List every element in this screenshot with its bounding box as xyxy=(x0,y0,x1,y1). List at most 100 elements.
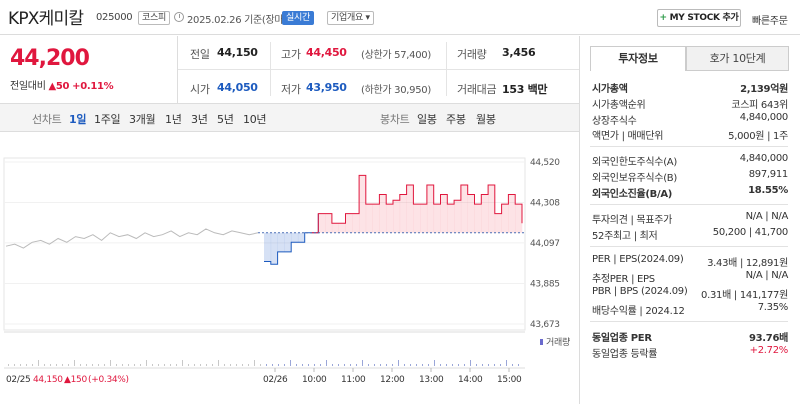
volume-bar xyxy=(20,364,21,366)
area-segment xyxy=(413,204,421,233)
period-3y[interactable]: 3년 xyxy=(191,111,208,127)
volume-bar xyxy=(392,364,393,366)
period-1d[interactable]: 1일 xyxy=(69,111,86,127)
volume-bar xyxy=(176,364,177,366)
volume-bar xyxy=(296,364,297,366)
area-segment xyxy=(318,213,326,233)
area-segment xyxy=(379,194,387,233)
area-segment xyxy=(270,232,278,265)
volume-bar xyxy=(122,364,123,366)
area-segment xyxy=(359,175,367,233)
area-segment xyxy=(372,204,380,233)
area-segment xyxy=(291,232,299,243)
realtime-button[interactable]: 실시간 xyxy=(282,11,314,25)
period-10y[interactable]: 10년 xyxy=(243,111,267,127)
area-segment xyxy=(393,200,401,233)
period-1y[interactable]: 1년 xyxy=(165,111,182,127)
y-tick-label: 44,308 xyxy=(530,199,560,209)
area-segment xyxy=(454,200,462,233)
volume-bar xyxy=(488,364,489,366)
volume-bar xyxy=(404,364,405,366)
period-5y[interactable]: 5년 xyxy=(217,111,234,127)
volume-bar xyxy=(398,360,399,366)
volume-legend: 거래량 xyxy=(546,336,570,348)
list-item: 시가총액순위 코스피 643위 xyxy=(592,100,788,111)
add-mystock-button[interactable]: + MY STOCK 추가 xyxy=(657,9,741,27)
volume-bar xyxy=(194,364,195,366)
list-item: 외국인한도주식수(A) 4,840,000 xyxy=(592,153,788,168)
low-label: 저가 xyxy=(281,83,301,96)
list-item: 52주최고 | 최저 50,200 | 41,700 xyxy=(592,227,788,242)
area-segment xyxy=(365,204,373,233)
volume-bar xyxy=(140,364,141,366)
volume-value: 3,456 xyxy=(502,46,536,59)
volume-bar xyxy=(254,360,255,366)
quick-order-link[interactable]: 빠른주문 xyxy=(752,12,788,27)
volume-bar xyxy=(368,364,369,366)
volume-bar xyxy=(68,364,69,366)
volume-bar xyxy=(260,364,261,366)
period-3m[interactable]: 3개월 xyxy=(129,111,156,127)
area-segment xyxy=(277,232,285,252)
volume-bar xyxy=(266,364,267,366)
area-segment xyxy=(515,204,523,233)
volume-legend-swatch xyxy=(540,339,543,345)
high-label: 고가 xyxy=(281,48,301,61)
volume-bar xyxy=(188,364,189,366)
volume-bar xyxy=(458,364,459,366)
candle-weekly[interactable]: 주봉 xyxy=(446,111,466,127)
footer-pct: (+0.34%) xyxy=(88,375,129,385)
list-item: PBR | BPS (2024.09) 0.31배 | 141,177원 xyxy=(592,286,788,301)
list-item: 추정PER | EPS N/A | N/A xyxy=(592,270,788,285)
candle-daily[interactable]: 일봉 xyxy=(417,111,437,127)
volume-bar xyxy=(302,364,303,366)
prev-label: 전일 xyxy=(190,48,210,61)
clock-icon xyxy=(174,12,184,22)
volume-bar xyxy=(26,364,27,366)
x-axis: 02/26 10:00 11:00 12:00 13:00 14:00 15:00 xyxy=(263,368,522,385)
list-item: 투자의견 | 목표주가 N/A | N/A xyxy=(592,211,788,226)
volume-bar xyxy=(290,360,291,366)
volume-bar xyxy=(248,364,249,366)
price-change: 전일대비 ▲50 +0.11% xyxy=(10,81,114,92)
open-label: 시가 xyxy=(190,83,210,96)
volume-bars xyxy=(8,360,519,366)
volume-bar xyxy=(86,364,87,366)
y-tick-label: 44,097 xyxy=(530,239,560,249)
volume-bar xyxy=(278,364,279,366)
volume-bar xyxy=(326,360,327,366)
candle-monthly[interactable]: 월봉 xyxy=(476,111,496,127)
x-tick-label: 14:00 xyxy=(458,375,483,385)
area-segment xyxy=(345,213,353,233)
volume-bar xyxy=(332,364,333,366)
tab-investment-info[interactable]: 투자정보 xyxy=(590,46,686,71)
period-1w[interactable]: 1주일 xyxy=(94,111,121,127)
list-item: 외국인소진율(B/A) 18.55% xyxy=(592,185,788,200)
volume-bar xyxy=(242,364,243,366)
footer-date: 02/25 xyxy=(6,375,30,385)
quote-divider xyxy=(446,42,447,96)
line-chart-label: 선차트 xyxy=(32,113,62,126)
amount-label: 거래대금 xyxy=(457,83,497,96)
volume-bar xyxy=(518,364,519,366)
volume-bar xyxy=(470,360,471,366)
volume-bar xyxy=(104,364,105,366)
footer-price: 44,150 xyxy=(33,375,63,385)
area-segment xyxy=(284,232,292,252)
volume-bar xyxy=(14,364,15,366)
volume-bar xyxy=(476,364,477,366)
divider xyxy=(590,246,788,247)
volume-bar xyxy=(44,364,45,366)
company-overview-dropdown[interactable]: 기업개요 ▾ xyxy=(327,11,374,25)
volume-bar xyxy=(236,364,237,366)
volume-bar xyxy=(446,364,447,366)
area-segment xyxy=(460,184,468,233)
price-chart[interactable]: 44,520 44,308 44,097 43,885 43,673 거래량 02/26… xyxy=(0,132,579,404)
volume-bar xyxy=(512,364,513,366)
list-item: 시가총액 2,139억원 xyxy=(592,84,788,95)
volume-bar xyxy=(350,364,351,366)
area-segment xyxy=(352,213,360,233)
volume-bar xyxy=(506,360,507,366)
tab-order-book[interactable]: 호가 10단계 xyxy=(686,46,789,71)
area-segment xyxy=(440,194,448,233)
